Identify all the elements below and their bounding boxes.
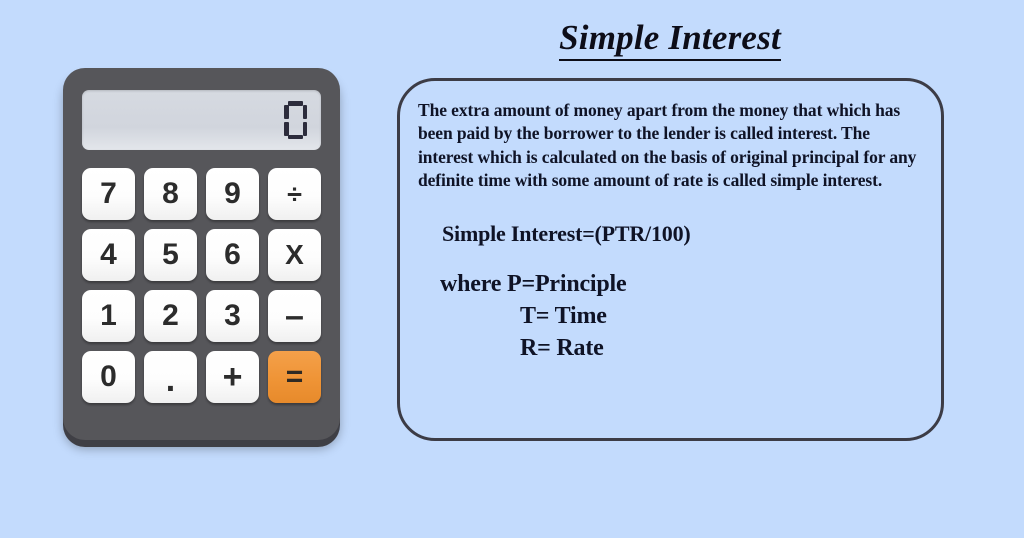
definitions-block: where P=Principle T= Time R= Rate [440, 269, 925, 365]
formula-text: Simple Interest=(PTR/100) [442, 221, 691, 247]
segment-a [288, 101, 303, 106]
key-minus[interactable]: – [268, 290, 321, 342]
key-4[interactable]: 4 [82, 229, 135, 281]
key-1[interactable]: 1 [82, 290, 135, 342]
key-equals[interactable]: = [268, 351, 321, 403]
key-3[interactable]: 3 [206, 290, 259, 342]
key-8[interactable]: 8 [144, 168, 197, 220]
page-title: Simple Interest [396, 18, 944, 61]
calculator: 7 8 9 ÷ 4 5 6 X 1 2 3 – 0 . + = [63, 68, 340, 440]
key-plus[interactable]: + [206, 351, 259, 403]
display-value-0 [284, 101, 307, 139]
key-multiply[interactable]: X [268, 229, 321, 281]
segment-b [302, 104, 307, 119]
key-9[interactable]: 9 [206, 168, 259, 220]
calculator-display [82, 90, 321, 150]
calculator-keypad: 7 8 9 ÷ 4 5 6 X 1 2 3 – 0 . + = [82, 168, 321, 403]
definition-paragraph: The extra amount of money apart from the… [418, 100, 917, 190]
definition-time: T= Time [520, 302, 607, 329]
key-0[interactable]: 0 [82, 351, 135, 403]
segment-e [284, 121, 289, 136]
page-title-text: Simple Interest [559, 18, 781, 61]
definition-principle: where P=Principle [440, 271, 627, 298]
definition-box: The extra amount of money apart from the… [397, 78, 944, 441]
definition-rate: R= Rate [520, 334, 604, 361]
key-2[interactable]: 2 [144, 290, 197, 342]
segment-d [288, 134, 303, 139]
segment-c [302, 121, 307, 136]
key-decimal[interactable]: . [144, 351, 197, 403]
key-6[interactable]: 6 [206, 229, 259, 281]
key-7[interactable]: 7 [82, 168, 135, 220]
segment-f [284, 104, 289, 119]
key-5[interactable]: 5 [144, 229, 197, 281]
key-divide[interactable]: ÷ [268, 168, 321, 220]
